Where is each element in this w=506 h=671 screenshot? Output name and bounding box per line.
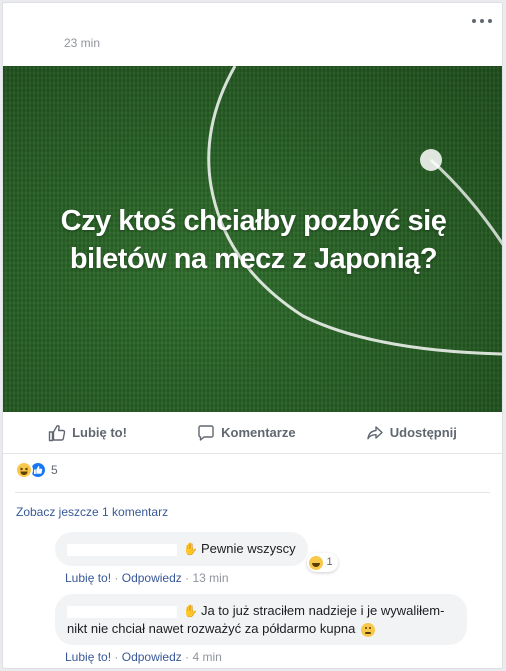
comments-divider [15, 492, 490, 493]
more-dot-icon [472, 19, 476, 23]
comment-bubble: ✋ Ja to już straciłem nadzieje i je wywal… [55, 594, 467, 645]
reactions-summary[interactable]: 5 [15, 461, 58, 479]
thumbs-up-icon [48, 424, 66, 441]
post-card: 23 min Czy ktoś chciałby pozbyć się bile… [2, 2, 503, 669]
comment-reaction-chip[interactable]: 1 [307, 553, 338, 572]
comment-text: Pewnie wszyscy [200, 541, 296, 556]
like-label: Lubię to! [72, 425, 127, 440]
comment-meta: Lubię to! · Odpowiedz · 4 min [65, 650, 467, 664]
share-button[interactable]: Udostępnij [356, 418, 467, 448]
post-image[interactable]: Czy ktoś chciałby pozbyć się biletów na … [3, 66, 502, 412]
comment-meta: Lubię to! · Odpowiedz · 13 min [65, 571, 308, 585]
comment-text-line1: Ja to już straciłem nadzieje i je wywali… [200, 603, 445, 618]
haha-reaction-icon [15, 461, 33, 479]
redacted-author-name [67, 543, 177, 556]
comment-time[interactable]: 4 min [192, 650, 221, 664]
post-actions-bar: Lubię to! Komentarze Udostępnij [3, 412, 502, 454]
share-arrow-icon [367, 425, 383, 439]
worried-face-icon [360, 622, 375, 637]
haha-reaction-icon [309, 555, 324, 570]
redacted-author-name [67, 605, 177, 618]
meta-separator: · [114, 650, 122, 664]
more-options-button[interactable] [472, 13, 492, 29]
image-headline: Czy ktoś chciałby pozbyć się biletów na … [60, 205, 447, 275]
comment-like-link[interactable]: Lubię to! [65, 650, 111, 664]
post-timestamp[interactable]: 23 min [64, 36, 100, 50]
comment-label: Komentarze [221, 425, 296, 440]
comment-button[interactable]: Komentarze [187, 418, 305, 448]
post-header: 23 min [3, 3, 502, 67]
like-button[interactable]: Lubię to! [38, 418, 137, 448]
wave-hand-icon: ✋ [183, 542, 198, 556]
comment-item: ✋ Pewnie wszyscy 1 Lubię to! · Odpowiedz … [55, 532, 338, 585]
more-dot-icon [480, 19, 484, 23]
share-label: Udostępnij [389, 425, 457, 440]
comment-text-line2: nikt nie chciał nawet rozważyć za półdar… [67, 621, 356, 636]
wave-hand-icon: ✋ [183, 604, 198, 618]
reaction-count: 5 [51, 463, 58, 477]
comment-time[interactable]: 13 min [192, 571, 228, 585]
comment-item: ✋ Ja to już straciłem nadzieje i je wywal… [55, 594, 467, 664]
comment-reaction-count: 1 [326, 556, 333, 568]
comment-bubble: ✋ Pewnie wszyscy 1 [55, 532, 338, 572]
more-dot-icon [488, 19, 492, 23]
see-more-comments-link[interactable]: Zobacz jeszcze 1 komentarz [16, 505, 168, 519]
meta-separator: · [114, 571, 122, 585]
comment-reply-link[interactable]: Odpowiedz [122, 571, 182, 585]
comment-like-link[interactable]: Lubię to! [65, 571, 111, 585]
comment-bubble-icon [198, 424, 214, 441]
comment-reply-link[interactable]: Odpowiedz [122, 650, 182, 664]
